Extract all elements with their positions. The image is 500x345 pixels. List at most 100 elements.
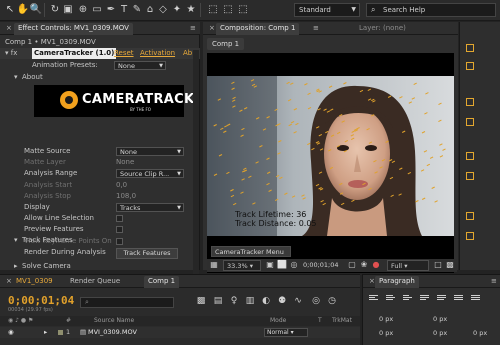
param-select[interactable]: Source Clip R... ▼: [116, 169, 184, 179]
animation-presets-select[interactable]: None ▼: [114, 61, 166, 70]
panel-lock-icon[interactable]: ≡: [309, 23, 323, 35]
align-button-icon[interactable]: [437, 295, 448, 304]
track-features-button[interactable]: Track Features: [116, 248, 178, 259]
panel-toggle-icon[interactable]: [466, 152, 474, 160]
composition-viewer[interactable]: Track Lifetime: 36 Track Distance: 0.05 …: [207, 53, 454, 273]
axis-world-icon[interactable]: ⬚: [221, 3, 235, 17]
param-select[interactable]: Tracks ▼: [116, 203, 184, 212]
panel-toggle-icon[interactable]: [466, 212, 474, 220]
paragraph-px-field[interactable]: 0 px: [473, 329, 487, 337]
timeline-zoom-icon[interactable]: ◎: [310, 295, 322, 307]
track-features-row[interactable]: ▾ Track Features: [0, 235, 200, 246]
paragraph-px-field[interactable]: 0 px: [433, 315, 447, 323]
tab-paragraph[interactable]: Paragraph: [375, 276, 419, 288]
col-t[interactable]: T: [318, 316, 322, 326]
effect-activation-link[interactable]: Activation: [140, 48, 175, 59]
effect-controls-scrollbar[interactable]: [193, 50, 199, 276]
grid-icon[interactable]: ▣: [265, 260, 275, 271]
layer-mode-select[interactable]: Normal ▾: [264, 328, 308, 337]
show-snapshot-icon[interactable]: ❀: [359, 260, 369, 271]
layer-expand-icon[interactable]: ▸: [44, 327, 47, 338]
layer-name[interactable]: MVI_0309.MOV: [88, 327, 137, 338]
resolution-select[interactable]: Full ▾: [387, 260, 429, 271]
hand-tool-icon[interactable]: ✋: [16, 3, 30, 17]
snapshot-icon[interactable]: ◎: [289, 260, 299, 271]
panel-close-icon[interactable]: ×: [205, 23, 215, 35]
brainstorm-icon[interactable]: ⚉: [276, 295, 288, 307]
effect-header-row[interactable]: ▾ fx CameraTracker (1.0) Reset Activatio…: [0, 48, 200, 59]
effect-about-link[interactable]: Ab: [183, 48, 192, 59]
pen-tool-icon[interactable]: ✒: [104, 3, 118, 17]
timeline-search-input[interactable]: ⌕: [80, 297, 174, 308]
timeline-timecode[interactable]: 0;00;01;04: [8, 294, 74, 307]
timeline-layer-row[interactable]: ◉ ▸ 1 ▤ MVI_0309.MOV Normal ▾: [0, 327, 360, 338]
hide-shy-icon[interactable]: ♀: [228, 295, 240, 307]
tab-effect-controls[interactable]: Effect Controls: MV1_0309.MOV: [14, 23, 133, 35]
viewer-timecode[interactable]: 0;00;01;04: [303, 260, 339, 271]
graph-editor-icon[interactable]: ∿: [292, 295, 304, 307]
solve-camera-row[interactable]: ▸ Solve Camera: [0, 261, 200, 272]
panel-menu-icon[interactable]: ≡: [186, 23, 200, 35]
track-features-expand-icon[interactable]: ▾: [14, 235, 18, 246]
panel-toggle-icon[interactable]: [466, 98, 474, 106]
roto-brush-tool-icon[interactable]: ✦: [170, 3, 184, 17]
frame-blending-icon[interactable]: ▥: [244, 295, 256, 307]
layer-label-color[interactable]: [58, 330, 63, 335]
tab-mv1-0309[interactable]: MV1_0309: [12, 276, 57, 288]
region-of-interest-icon[interactable]: □: [433, 260, 443, 271]
align-button-icon[interactable]: [369, 295, 380, 304]
align-button-icon[interactable]: [471, 295, 482, 304]
camera-tool-icon[interactable]: ▣: [61, 3, 75, 17]
axis-view-icon[interactable]: ⬚: [236, 3, 250, 17]
transparency-grid-icon[interactable]: ▩: [445, 260, 455, 271]
panel-toggle-icon[interactable]: [466, 62, 474, 70]
align-button-icon[interactable]: [386, 295, 397, 304]
snapshot-camera-icon[interactable]: ▢: [347, 260, 357, 271]
effect-expand-icon[interactable]: ▾ fx: [5, 48, 17, 59]
tab-layer[interactable]: Layer: (none): [355, 23, 410, 35]
panel-toggle-icon[interactable]: [466, 172, 474, 180]
align-button-icon[interactable]: [454, 295, 465, 304]
mask-visibility-icon[interactable]: ⬜: [277, 260, 287, 271]
col-source-name[interactable]: Source Name: [94, 316, 134, 326]
zoom-select[interactable]: 33.3% ▾: [223, 260, 261, 271]
param-checkbox[interactable]: [116, 215, 123, 223]
tab-render-queue[interactable]: Render Queue: [66, 276, 124, 288]
effect-reset-link[interactable]: Reset: [114, 48, 134, 59]
pan-behind-tool-icon[interactable]: ⊕: [76, 3, 90, 17]
col-trkmat[interactable]: TrkMat: [332, 316, 352, 326]
panel-toggle-icon[interactable]: [466, 44, 474, 52]
comp-breadcrumb[interactable]: Comp 1: [207, 38, 245, 50]
motion-blur-icon[interactable]: ◐: [260, 295, 272, 307]
panel-toggle-icon[interactable]: [466, 118, 474, 126]
puppet-tool-icon[interactable]: ★: [184, 3, 198, 17]
param-select[interactable]: None ▼: [116, 147, 184, 156]
comp-mini-flowchart-icon[interactable]: ▩: [195, 295, 207, 307]
mask-tool-icon[interactable]: ▭: [90, 3, 104, 17]
axis-local-icon[interactable]: ⬚: [206, 3, 220, 17]
panel-close-icon[interactable]: ×: [2, 23, 12, 35]
clock-icon[interactable]: ◷: [326, 295, 338, 307]
align-button-icon[interactable]: [420, 295, 431, 304]
panel-toggle-icon[interactable]: [466, 232, 474, 240]
draft-3d-icon[interactable]: ▤: [212, 295, 224, 307]
paragraph-px-field[interactable]: 0 px: [379, 329, 393, 337]
search-help-input[interactable]: ⌕ Search Help: [366, 3, 496, 17]
rotate-tool-icon[interactable]: ↻: [48, 3, 62, 17]
clone-stamp-tool-icon[interactable]: ⌂: [143, 3, 157, 17]
about-expand-icon[interactable]: ▾: [14, 72, 18, 83]
type-tool-icon[interactable]: T: [117, 3, 131, 17]
always-preview-icon[interactable]: ▦: [209, 260, 219, 271]
tab-comp-1[interactable]: Comp 1: [144, 276, 180, 288]
paragraph-px-field[interactable]: 0 px: [379, 315, 393, 323]
tab-composition[interactable]: Composition: Comp 1: [216, 23, 300, 35]
cameratracker-menu-button[interactable]: CameraTracker Menu: [211, 246, 291, 257]
align-button-icon[interactable]: [403, 295, 414, 304]
workspace-select[interactable]: Standard ▼: [294, 3, 360, 17]
layer-visibility-icon[interactable]: ◉: [8, 327, 14, 338]
eraser-tool-icon[interactable]: ◇: [156, 3, 170, 17]
col-mode[interactable]: Mode: [270, 316, 286, 326]
panel-menu-icon[interactable]: ≡: [487, 276, 500, 288]
param-checkbox[interactable]: [116, 226, 123, 234]
channels-icon[interactable]: ●: [371, 260, 381, 271]
